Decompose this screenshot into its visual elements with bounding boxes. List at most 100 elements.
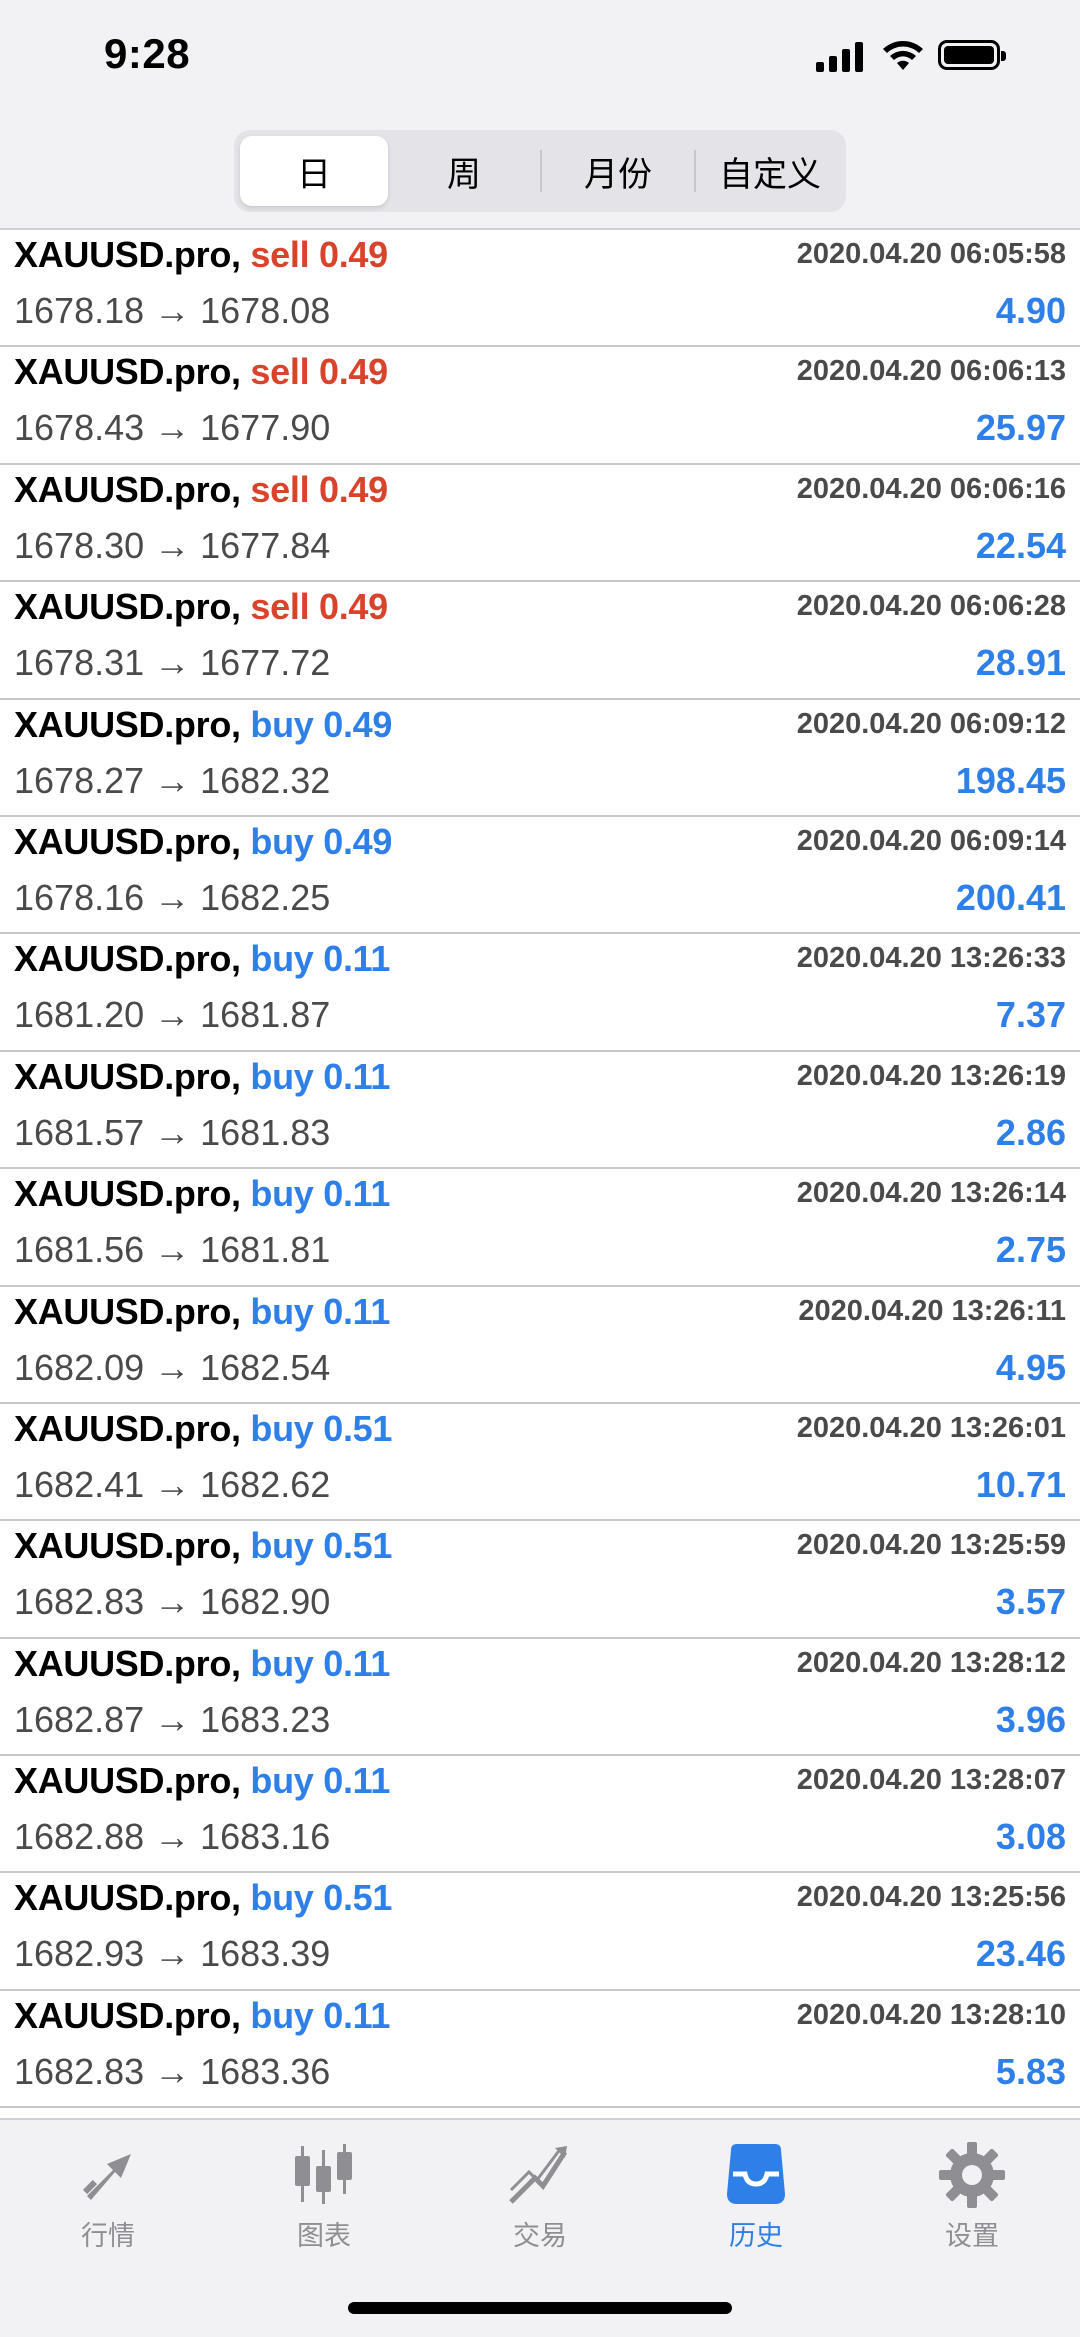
trade-profit: 25.97 xyxy=(975,407,1066,449)
trade-title: XAUUSD.pro, sell 0.49 xyxy=(14,586,388,628)
trade-volume: 0.51 xyxy=(323,1877,393,1919)
tab-label: 历史 xyxy=(729,2221,783,2251)
trade-side: sell xyxy=(250,468,310,510)
trade-time: 2020.04.20 13:26:14 xyxy=(796,1177,1066,1210)
trade-side: sell xyxy=(250,234,310,275)
tab-label: 行情 xyxy=(81,2221,135,2251)
trade-row[interactable]: XAUUSD.pro, sell 0.49 2020.04.20 06:06:28… xyxy=(0,582,1080,700)
trade-symbol: XAUUSD.pro, xyxy=(14,1760,241,1802)
period-header: 日 周 月份 自定义 xyxy=(0,120,1080,230)
trade-row[interactable]: XAUUSD.pro, buy 0.51 2020.04.20 13:25:56 1… xyxy=(0,1873,1080,1991)
segment-custom[interactable]: 自定义 xyxy=(696,136,844,206)
trade-prices: 1682.87 → 1683.23 xyxy=(14,1698,331,1740)
trade-side: buy xyxy=(250,938,314,980)
trade-side: buy xyxy=(250,1760,314,1802)
trade-profit: 198.45 xyxy=(955,759,1066,801)
trade-title: XAUUSD.pro, sell 0.49 xyxy=(14,351,388,393)
trade-time: 2020.04.20 13:26:11 xyxy=(798,1294,1066,1327)
trade-prices: 1681.56 → 1681.81 xyxy=(14,1229,331,1271)
trade-row[interactable]: XAUUSD.pro, buy 0.11 2020.04.20 13:26:33 1… xyxy=(0,934,1080,1052)
tab-trade[interactable]: 交易 xyxy=(460,2140,620,2251)
tab-charts[interactable]: 图表 xyxy=(244,2140,404,2251)
trade-row[interactable]: XAUUSD.pro, sell 0.49 2020.04.20 06:06:16… xyxy=(0,465,1080,583)
trade-side: buy xyxy=(250,1407,314,1449)
trade-volume: 0.11 xyxy=(323,1290,391,1332)
inbox-history-icon xyxy=(727,2144,785,2204)
trade-profit: 200.41 xyxy=(955,876,1066,918)
segment-day[interactable]: 日 xyxy=(240,136,388,206)
trade-side: buy xyxy=(250,1877,314,1919)
status-time: 9:28 xyxy=(104,30,191,77)
home-indicator xyxy=(348,2302,732,2314)
trade-profit: 7.37 xyxy=(995,994,1066,1036)
trade-prices: 1678.27 → 1682.32 xyxy=(14,759,331,801)
trade-profit: 2.86 xyxy=(995,1111,1066,1153)
trade-row[interactable]: XAUUSD.pro, buy 0.49 2020.04.20 06:09:12 1… xyxy=(0,700,1080,817)
trade-prices: 1681.57 → 1681.83 xyxy=(14,1111,331,1153)
trade-time: 2020.04.20 13:26:01 xyxy=(796,1411,1066,1444)
trade-side: buy xyxy=(250,820,314,862)
trade-profit: 4.90 xyxy=(995,290,1066,331)
trade-volume: 0.49 xyxy=(318,234,388,275)
tab-label: 交易 xyxy=(513,2221,567,2251)
trade-time: 2020.04.20 06:09:14 xyxy=(796,824,1066,857)
trade-row[interactable]: XAUUSD.pro, buy 0.49 2020.04.20 06:09:14 1… xyxy=(0,817,1080,935)
trade-prices: 1678.16 → 1682.25 xyxy=(14,876,331,918)
trade-profit: 4.95 xyxy=(995,1346,1066,1388)
trade-prices: 1682.93 → 1683.39 xyxy=(14,1933,331,1975)
trade-symbol: XAUUSD.pro, xyxy=(14,938,241,980)
trade-time: 2020.04.20 06:06:28 xyxy=(796,590,1066,623)
trade-chart-icon xyxy=(509,2146,568,2204)
trade-row[interactable]: XAUUSD.pro, buy 0.11 2020.04.20 13:26:14 1… xyxy=(0,1169,1080,1287)
status-bar: 9:28 xyxy=(0,0,1080,120)
tab-quotes[interactable]: 行情 xyxy=(28,2140,188,2251)
trade-title: XAUUSD.pro, buy 0.49 xyxy=(14,821,392,863)
wifi-icon xyxy=(883,41,923,70)
trade-title: XAUUSD.pro, buy 0.51 xyxy=(14,1877,392,1919)
trade-time: 2020.04.20 13:26:33 xyxy=(796,942,1066,975)
trade-time: 2020.04.20 13:25:56 xyxy=(796,1881,1066,1914)
trade-prices: 1678.18 → 1678.08 xyxy=(14,290,331,331)
trade-volume: 0.11 xyxy=(323,1994,391,2036)
trade-row[interactable]: XAUUSD.pro, buy 0.11 2020.04.20 13:28:10 1… xyxy=(0,1991,1080,2109)
trade-side: buy xyxy=(250,1173,314,1215)
trade-side: buy xyxy=(250,1525,314,1567)
segment-week[interactable]: 周 xyxy=(390,136,538,206)
trade-side: buy xyxy=(250,1994,314,2036)
trade-row[interactable]: XAUUSD.pro, buy 0.11 2020.04.20 13:28:12 1… xyxy=(0,1639,1080,1757)
trade-profit: 10.71 xyxy=(975,1463,1066,1505)
trade-title: XAUUSD.pro, buy 0.11 xyxy=(14,938,390,980)
trade-profit: 28.91 xyxy=(975,642,1066,684)
trade-symbol: XAUUSD.pro, xyxy=(14,468,241,510)
trade-symbol: XAUUSD.pro, xyxy=(14,1407,241,1449)
trade-title: XAUUSD.pro, buy 0.11 xyxy=(14,1173,390,1215)
trade-volume: 0.49 xyxy=(318,586,388,628)
trade-row[interactable]: XAUUSD.pro, buy 0.11 2020.04.20 13:26:11 1… xyxy=(0,1287,1080,1404)
trade-title: XAUUSD.pro, buy 0.49 xyxy=(14,704,392,746)
trade-profit: 2.75 xyxy=(995,1229,1066,1271)
trade-row[interactable]: XAUUSD.pro, buy 0.11 2020.04.20 13:28:07 1… xyxy=(0,1756,1080,1874)
trade-profit: 23.46 xyxy=(975,1933,1066,1975)
trade-row[interactable]: XAUUSD.pro, buy 0.51 2020.04.20 13:26:01 1… xyxy=(0,1404,1080,1522)
segment-month[interactable]: 月份 xyxy=(544,136,692,206)
trade-volume: 0.11 xyxy=(323,938,391,980)
trade-volume: 0.51 xyxy=(323,1525,393,1567)
trade-symbol: XAUUSD.pro, xyxy=(14,1877,241,1919)
trade-prices: 1682.83 → 1683.36 xyxy=(14,2050,331,2092)
trade-row[interactable]: XAUUSD.pro, buy 0.11 2020.04.20 13:26:19 1… xyxy=(0,1052,1080,1170)
trade-prices: 1682.09 → 1682.54 xyxy=(14,1346,331,1388)
trade-symbol: XAUUSD.pro, xyxy=(14,234,241,275)
trade-time: 2020.04.20 06:06:13 xyxy=(796,355,1066,388)
trade-prices: 1682.83 → 1682.90 xyxy=(14,1581,331,1623)
tab-history[interactable]: 历史 xyxy=(676,2140,836,2251)
tab-label: 设置 xyxy=(945,2221,999,2251)
trade-volume: 0.49 xyxy=(318,468,388,510)
trade-row[interactable]: XAUUSD.pro, buy 0.51 2020.04.20 13:25:59 1… xyxy=(0,1521,1080,1639)
trade-time: 2020.04.20 13:26:19 xyxy=(796,1059,1066,1092)
trade-row[interactable]: XAUUSD.pro, sell 0.49 2020.04.20 06:05:58… xyxy=(0,230,1080,348)
trade-row[interactable]: XAUUSD.pro, sell 0.49 2020.04.20 06:06:13… xyxy=(0,347,1080,465)
trade-title: XAUUSD.pro, buy 0.51 xyxy=(14,1525,392,1567)
trade-profit: 5.83 xyxy=(995,2050,1066,2092)
trade-symbol: XAUUSD.pro, xyxy=(14,1290,241,1332)
tab-settings[interactable]: 设置 xyxy=(892,2140,1052,2251)
